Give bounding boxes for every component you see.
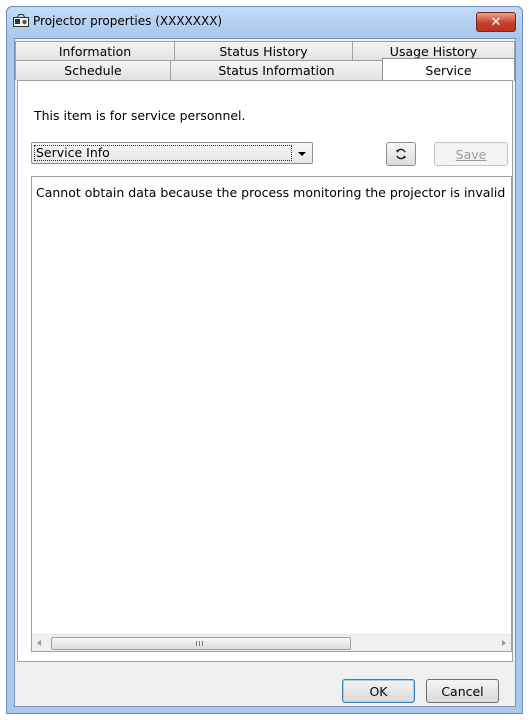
cancel-button[interactable]: Cancel	[426, 679, 499, 703]
scroll-left-arrow-icon[interactable]	[37, 640, 41, 646]
tab-status-history[interactable]: Status History	[174, 41, 353, 61]
service-output-text: Cannot obtain data because the process m…	[36, 185, 506, 200]
dialog-client-area: Information Status History Usage History…	[14, 38, 516, 707]
window-title: Projector properties (XXXXXXX)	[33, 14, 223, 28]
service-info-dropdown[interactable]: Service Info	[31, 142, 313, 164]
scroll-right-arrow-icon[interactable]	[502, 640, 506, 646]
projector-app-icon	[13, 14, 29, 27]
tab-status-information[interactable]: Status Information	[170, 60, 383, 80]
refresh-icon	[395, 148, 407, 160]
refresh-button[interactable]	[386, 142, 416, 166]
service-tab-page: This item is for service personnel. Serv…	[17, 80, 513, 662]
dropdown-selected-value: Service Info	[34, 145, 292, 161]
service-description: This item is for service personnel.	[34, 108, 246, 123]
service-output-textbox[interactable]: Cannot obtain data because the process m…	[31, 176, 512, 652]
close-button[interactable]: ✕	[476, 12, 516, 32]
tab-schedule[interactable]: Schedule	[15, 60, 171, 80]
title-bar[interactable]: Projector properties (XXXXXXX) ✕	[7, 7, 522, 37]
tab-row-bottom: Schedule Status Information Service	[15, 58, 515, 81]
ok-button[interactable]: OK	[342, 679, 415, 703]
horizontal-scrollbar[interactable]	[32, 634, 511, 651]
save-button-label: Save	[455, 146, 487, 162]
projector-properties-window: Projector properties (XXXXXXX) ✕ Informa…	[6, 6, 523, 714]
tab-information[interactable]: Information	[15, 41, 175, 61]
save-button[interactable]: Save	[434, 142, 508, 166]
chevron-down-icon	[298, 152, 306, 156]
scrollbar-thumb[interactable]	[51, 637, 351, 650]
tab-service[interactable]: Service	[382, 58, 515, 81]
close-icon: ✕	[490, 14, 502, 30]
thumb-grip-icon	[196, 641, 205, 646]
